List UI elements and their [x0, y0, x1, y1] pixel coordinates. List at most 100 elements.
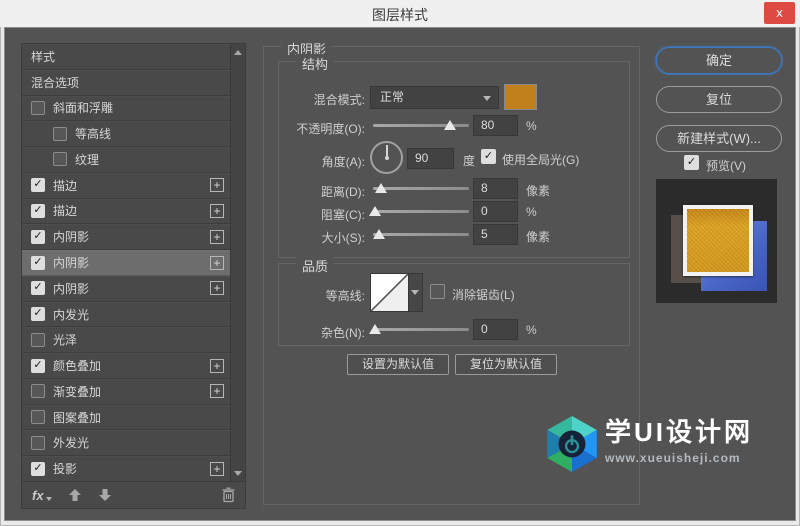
- sidebar-scrollbar[interactable]: [230, 44, 245, 482]
- contour-thumbnail[interactable]: [371, 274, 408, 311]
- sidebar-item-contour[interactable]: 等高线: [22, 121, 231, 148]
- delete-effect-icon[interactable]: [221, 487, 236, 503]
- sidebar-item-texture[interactable]: 纹理: [22, 147, 231, 173]
- close-button[interactable]: x: [764, 2, 795, 24]
- sidebar-item-gradient-overlay[interactable]: 渐变叠加 +: [22, 379, 231, 405]
- checkbox-icon[interactable]: ✓: [31, 461, 45, 476]
- angle-dial[interactable]: [370, 141, 403, 174]
- checkbox-icon[interactable]: [31, 332, 45, 347]
- add-effect-icon[interactable]: +: [210, 384, 224, 399]
- fx-menu-button[interactable]: fx: [32, 488, 44, 503]
- sidebar-item-stroke-2[interactable]: ✓ 描边 +: [22, 199, 231, 225]
- new-style-button[interactable]: 新建样式(W)...: [656, 125, 782, 152]
- checkbox-icon[interactable]: ✓: [31, 255, 45, 270]
- scroll-up-icon[interactable]: [234, 50, 242, 55]
- preview-checkbox[interactable]: ✓: [684, 155, 699, 170]
- checkbox-icon[interactable]: ✓: [31, 229, 45, 244]
- contour-dropdown-button[interactable]: [408, 274, 422, 311]
- checkbox-icon[interactable]: [31, 410, 45, 425]
- checkbox-icon[interactable]: [31, 435, 45, 450]
- size-slider[interactable]: [372, 228, 469, 240]
- add-effect-icon[interactable]: +: [210, 255, 224, 270]
- sidebar-item-label: 颜色叠加: [53, 359, 102, 374]
- slider-thumb[interactable]: [443, 120, 456, 130]
- slider-track[interactable]: [373, 328, 469, 331]
- anti-alias-checkbox[interactable]: [430, 284, 445, 299]
- sidebar-item-satin[interactable]: 光泽: [22, 327, 231, 354]
- checkbox-icon[interactable]: ✓: [31, 358, 45, 373]
- slider-thumb[interactable]: [372, 229, 385, 239]
- sidebar-item-inner-shadow-3[interactable]: ✓ 内阴影 +: [22, 276, 231, 302]
- slider-track[interactable]: [373, 210, 469, 213]
- global-light-checkbox[interactable]: ✓: [481, 149, 496, 164]
- slider-thumb[interactable]: [368, 324, 381, 334]
- add-effect-icon[interactable]: +: [210, 203, 224, 218]
- sidebar-item-label: 光泽: [53, 333, 78, 348]
- ok-button[interactable]: 确定: [656, 47, 782, 74]
- watermark-site-url: www.xueuisheji.com: [605, 451, 741, 465]
- size-input[interactable]: 5: [473, 224, 518, 245]
- sidebar-item-outer-glow[interactable]: 外发光: [22, 430, 231, 457]
- checkbox-icon[interactable]: [53, 152, 67, 167]
- preview-layer-styled: [683, 205, 753, 276]
- noise-input[interactable]: 0: [473, 319, 518, 340]
- opacity-slider[interactable]: [373, 119, 469, 131]
- move-effect-down-button[interactable]: [98, 488, 112, 502]
- dialog-title: 图层样式: [372, 7, 428, 23]
- blend-mode-select[interactable]: 正常: [370, 86, 499, 109]
- checkbox-icon[interactable]: [31, 384, 45, 399]
- checkbox-icon[interactable]: ✓: [31, 307, 45, 322]
- quality-legend: 品质: [296, 256, 335, 275]
- layer-style-dialog: 图层样式 x 样式 混合选项 斜面和浮雕 等高线 纹理 ✓ 描边 + ✓ 描边 …: [0, 0, 800, 526]
- add-effect-icon[interactable]: +: [210, 178, 224, 193]
- checkbox-icon[interactable]: [31, 100, 45, 115]
- angle-input[interactable]: 90: [407, 148, 454, 169]
- shadow-color-swatch[interactable]: [504, 84, 537, 110]
- sidebar-item-blending-options[interactable]: 混合选项: [22, 70, 231, 96]
- reset-button[interactable]: 复位: [656, 86, 782, 113]
- add-effect-icon[interactable]: +: [210, 358, 224, 373]
- scroll-down-icon[interactable]: [234, 471, 242, 476]
- sidebar-item-stroke-1[interactable]: ✓ 描边 +: [22, 173, 231, 199]
- chevron-down-icon: [483, 96, 491, 101]
- slider-thumb[interactable]: [374, 183, 387, 193]
- sidebar-item-inner-shadow-1[interactable]: ✓ 内阴影 +: [22, 224, 231, 251]
- add-effect-icon[interactable]: +: [210, 229, 224, 244]
- sidebar-item-label: 内阴影: [53, 230, 90, 245]
- anti-alias-label: 消除锯齿(L): [452, 288, 515, 302]
- contour-picker[interactable]: [370, 273, 423, 312]
- noise-slider[interactable]: [368, 323, 469, 335]
- choke-input[interactable]: 0: [473, 201, 518, 222]
- distance-slider[interactable]: [373, 182, 469, 194]
- slider-track[interactable]: [373, 187, 469, 190]
- sidebar-item-pattern-overlay[interactable]: 图案叠加: [22, 405, 231, 431]
- add-effect-icon[interactable]: +: [210, 461, 224, 476]
- sidebar-item-inner-shadow-2-selected[interactable]: ✓ 内阴影 +: [22, 250, 231, 276]
- checkbox-icon[interactable]: [53, 126, 67, 141]
- sidebar-item-drop-shadow[interactable]: ✓ 投影 +: [22, 456, 231, 483]
- watermark-text: 学UI设计网 www.xueuisheji.com: [605, 412, 753, 465]
- make-default-button[interactable]: 设置为默认值: [347, 354, 449, 375]
- move-effect-up-button[interactable]: [68, 488, 82, 502]
- add-effect-icon[interactable]: +: [210, 281, 224, 296]
- watermark-site-name: 学UI设计网: [605, 417, 754, 447]
- distance-label: 距离(D):: [321, 185, 365, 199]
- opacity-input[interactable]: 80: [473, 115, 518, 136]
- distance-input[interactable]: 8: [473, 178, 518, 199]
- sidebar-item-styles[interactable]: 样式: [22, 44, 231, 70]
- checkbox-icon[interactable]: ✓: [31, 281, 45, 296]
- size-label: 大小(S):: [321, 231, 365, 245]
- xueui-logo-icon: [547, 416, 597, 472]
- sidebar-item-inner-glow[interactable]: ✓ 内发光: [22, 302, 231, 328]
- sidebar-item-label: 斜面和浮雕: [53, 101, 114, 116]
- checkbox-icon[interactable]: ✓: [31, 178, 45, 193]
- reset-default-button[interactable]: 复位为默认值: [455, 354, 557, 375]
- opacity-label: 不透明度(O):: [296, 122, 365, 136]
- sidebar-item-color-overlay[interactable]: ✓ 颜色叠加 +: [22, 353, 231, 379]
- slider-track[interactable]: [373, 233, 469, 236]
- slider-thumb[interactable]: [368, 206, 381, 216]
- distance-unit: 像素: [526, 184, 551, 198]
- choke-slider[interactable]: [368, 205, 469, 217]
- sidebar-item-bevel-emboss[interactable]: 斜面和浮雕: [22, 96, 231, 122]
- checkbox-icon[interactable]: ✓: [31, 203, 45, 218]
